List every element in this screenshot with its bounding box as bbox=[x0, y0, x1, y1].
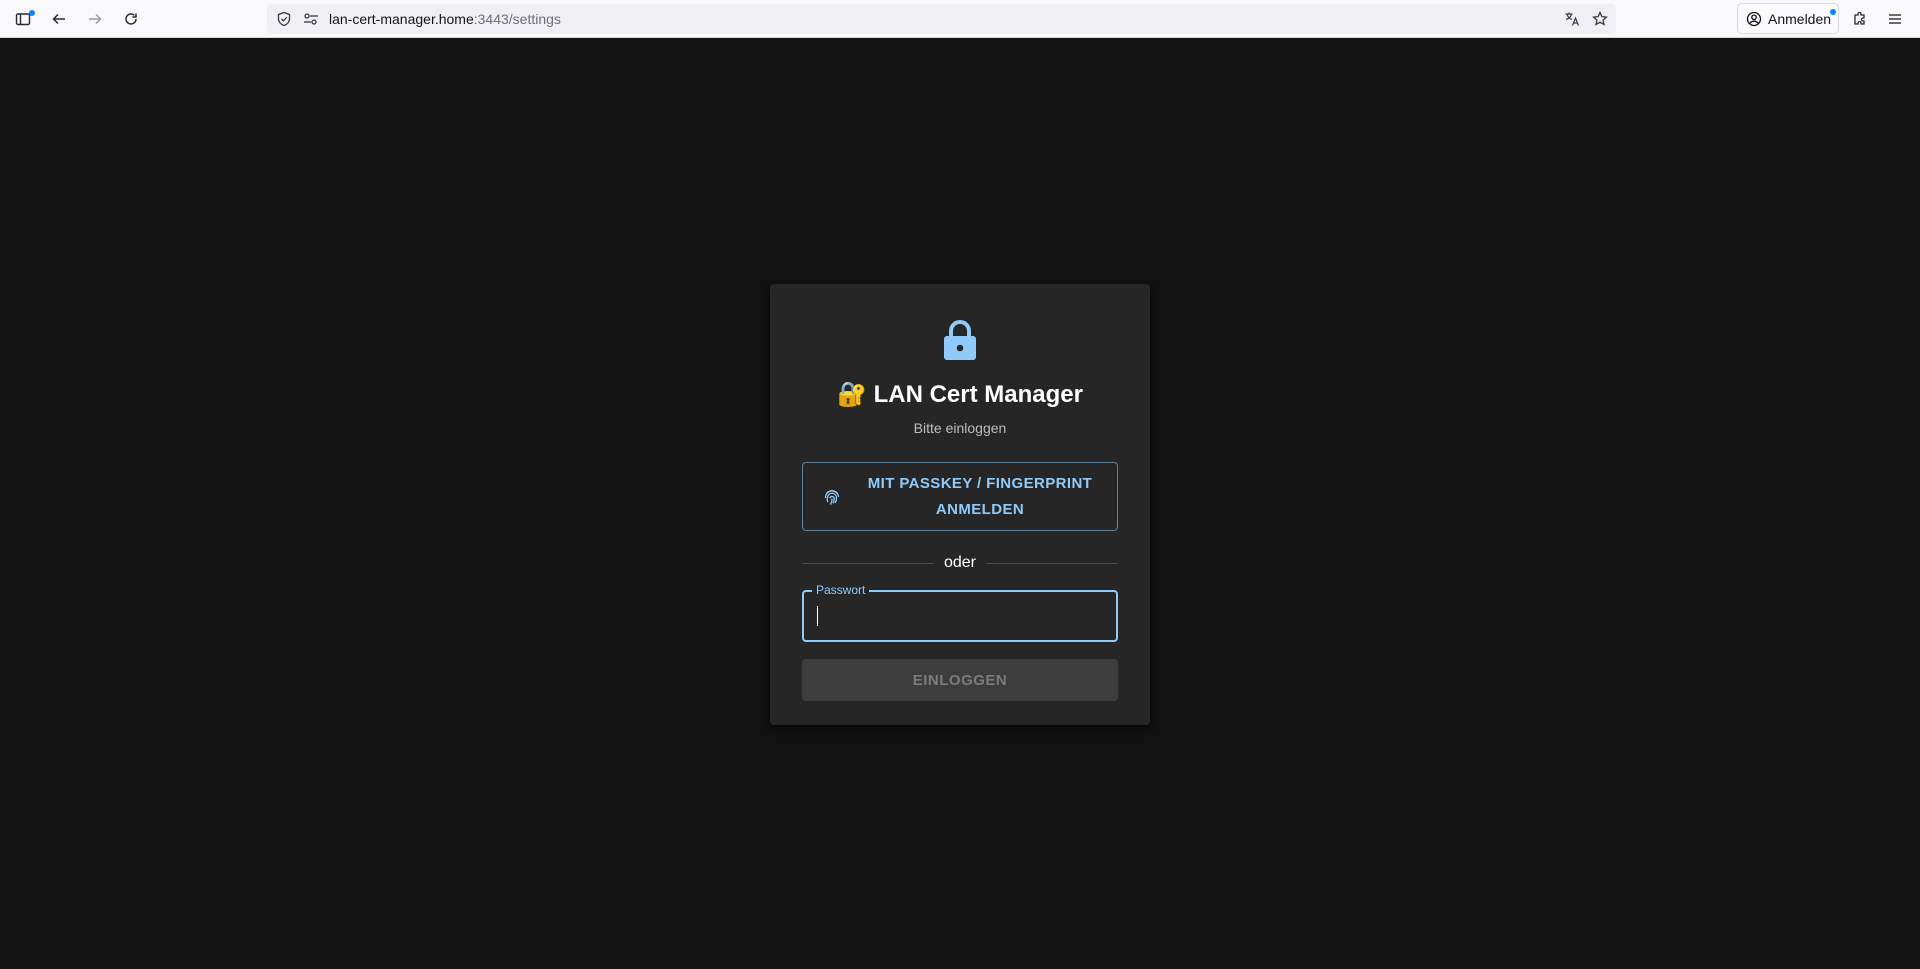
passkey-login-button[interactable]: MIT PASSKEY / FINGERPRINT ANMELDEN bbox=[802, 462, 1118, 531]
arrow-right-icon bbox=[89, 13, 102, 25]
sidebar-icon[interactable] bbox=[9, 5, 37, 33]
arrow-left-icon bbox=[52, 13, 65, 25]
page-title: 🔐 LAN Cert Manager bbox=[837, 381, 1083, 408]
url-text[interactable]: lan-cert-manager.home:3443/settings bbox=[329, 11, 561, 27]
login-card: 🔐 LAN Cert Manager Bitte einloggen MIT P… bbox=[770, 284, 1150, 725]
passkey-label-line2: ANMELDEN bbox=[935, 500, 1025, 518]
url-bar[interactable]: lan-cert-manager.home:3443/settings bbox=[267, 4, 1616, 34]
hamburger-icon bbox=[1889, 14, 1901, 24]
reload-icon bbox=[125, 13, 137, 25]
url-path: :3443/settings bbox=[473, 11, 561, 27]
back-button[interactable] bbox=[45, 5, 73, 33]
signin-label: Anmelden bbox=[1768, 10, 1832, 27]
url-host: lan-cert-manager.home bbox=[329, 11, 474, 27]
account-signin-button[interactable]: Anmelden bbox=[1737, 3, 1839, 34]
login-submit-button[interactable]: EINLOGGEN bbox=[802, 659, 1118, 701]
divider-text: oder bbox=[933, 554, 987, 571]
passkey-label-line1: MIT PASSKEY / FINGERPRINT bbox=[867, 474, 1093, 492]
permissions-icon[interactable] bbox=[303, 11, 319, 27]
account-icon bbox=[1746, 11, 1762, 26]
login-subtitle: Bitte einloggen bbox=[913, 420, 1007, 436]
browser-toolbar: lan-cert-manager.home:3443/settings Anme… bbox=[0, 0, 1920, 38]
or-divider: oder bbox=[802, 550, 1118, 576]
puzzle-icon bbox=[1854, 11, 1865, 25]
password-field[interactable]: Passwort bbox=[802, 583, 1118, 642]
text-cursor bbox=[817, 606, 818, 626]
lock-icon bbox=[944, 320, 976, 360]
password-input[interactable] bbox=[804, 592, 1116, 640]
extensions-button[interactable] bbox=[1846, 5, 1874, 33]
forward-button[interactable] bbox=[81, 5, 109, 33]
translate-icon[interactable] bbox=[1564, 11, 1580, 27]
shield-icon[interactable] bbox=[276, 11, 292, 27]
star-icon[interactable] bbox=[1592, 10, 1608, 27]
fingerprint-icon bbox=[824, 490, 840, 505]
reload-button[interactable] bbox=[117, 5, 145, 33]
passkey-button-label: MIT PASSKEY / FINGERPRINT ANMELDEN bbox=[855, 463, 1105, 530]
app-menu-button[interactable] bbox=[1881, 5, 1909, 33]
